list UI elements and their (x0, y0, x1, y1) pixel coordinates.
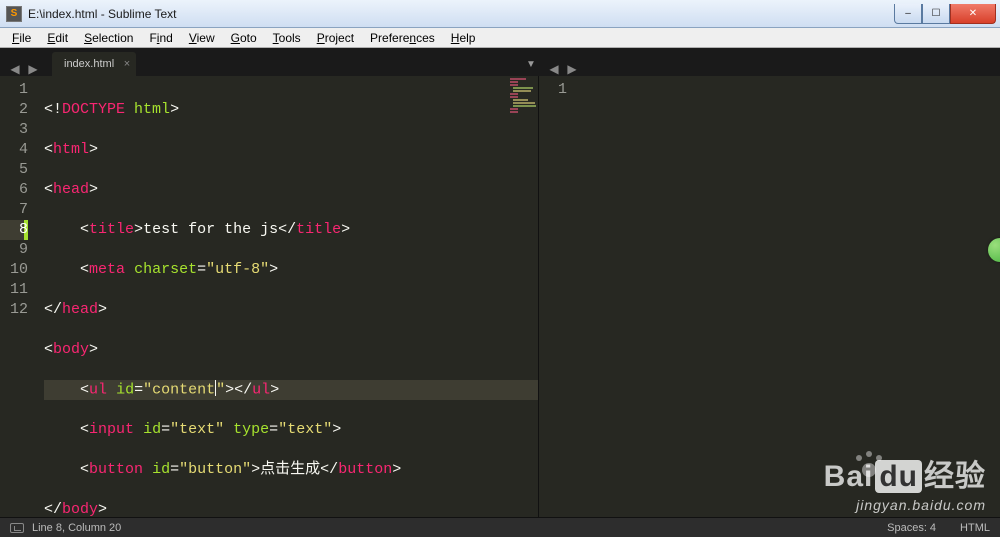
window-titlebar: S E:\index.html - Sublime Text – ☐ ✕ (0, 0, 1000, 28)
nav-back-icon[interactable]: ◀ (8, 62, 22, 76)
minimize-button[interactable]: – (894, 4, 922, 24)
menu-file[interactable]: File (4, 29, 39, 47)
menu-view[interactable]: View (181, 29, 223, 47)
status-syntax[interactable]: HTML (960, 522, 990, 534)
tab-strip: ◀ ▶ index.html × ▼ ◀ ▶ (0, 48, 1000, 76)
tab-history-nav-right: ◀ ▶ (539, 62, 587, 76)
tab-history-nav: ◀ ▶ (0, 62, 48, 76)
maximize-button[interactable]: ☐ (922, 4, 950, 24)
nav-back-icon[interactable]: ◀ (547, 62, 561, 76)
tab-index-html[interactable]: index.html × (52, 52, 136, 76)
menu-project[interactable]: Project (309, 29, 362, 47)
gutter-left: 123456789101112 (0, 76, 38, 517)
menu-bar: File Edit Selection Find View Goto Tools… (0, 28, 1000, 48)
menu-find[interactable]: Find (141, 29, 180, 47)
menu-goto[interactable]: Goto (223, 29, 265, 47)
tab-label: index.html (64, 58, 114, 70)
tab-close-icon[interactable]: × (124, 58, 130, 70)
window-controls: – ☐ ✕ (894, 4, 996, 24)
gutter-right: 1 (539, 76, 577, 517)
menu-selection[interactable]: Selection (76, 29, 141, 47)
app-icon: S (6, 6, 22, 22)
nav-forward-icon[interactable]: ▶ (565, 62, 579, 76)
nav-forward-icon[interactable]: ▶ (26, 62, 40, 76)
status-position: Line 8, Column 20 (32, 522, 121, 534)
window-title: E:\index.html - Sublime Text (28, 7, 894, 21)
tab-list-dropdown-icon[interactable]: ▼ (523, 52, 539, 76)
editor-pane-right: 1 (539, 76, 1000, 517)
close-button[interactable]: ✕ (950, 4, 996, 24)
menu-help[interactable]: Help (443, 29, 484, 47)
menu-tools[interactable]: Tools (265, 29, 309, 47)
status-bar: Line 8, Column 20 Spaces: 4 HTML (0, 517, 1000, 537)
menu-preferences[interactable]: Preferences (362, 29, 443, 47)
panel-switch-icon[interactable] (10, 523, 24, 533)
minimap[interactable] (510, 78, 536, 188)
code-area-left[interactable]: 123456789101112 <!DOCTYPE html> <html> <… (0, 76, 538, 517)
watermark-paw-icon (850, 449, 890, 479)
menu-edit[interactable]: Edit (39, 29, 76, 47)
status-indent[interactable]: Spaces: 4 (887, 522, 936, 534)
code-area-right[interactable]: 1 (539, 76, 1000, 517)
code-content-left[interactable]: <!DOCTYPE html> <html> <head> <title>tes… (38, 76, 538, 517)
code-content-right[interactable] (577, 76, 1000, 517)
editor-pane-left: 123456789101112 <!DOCTYPE html> <html> <… (0, 76, 539, 517)
